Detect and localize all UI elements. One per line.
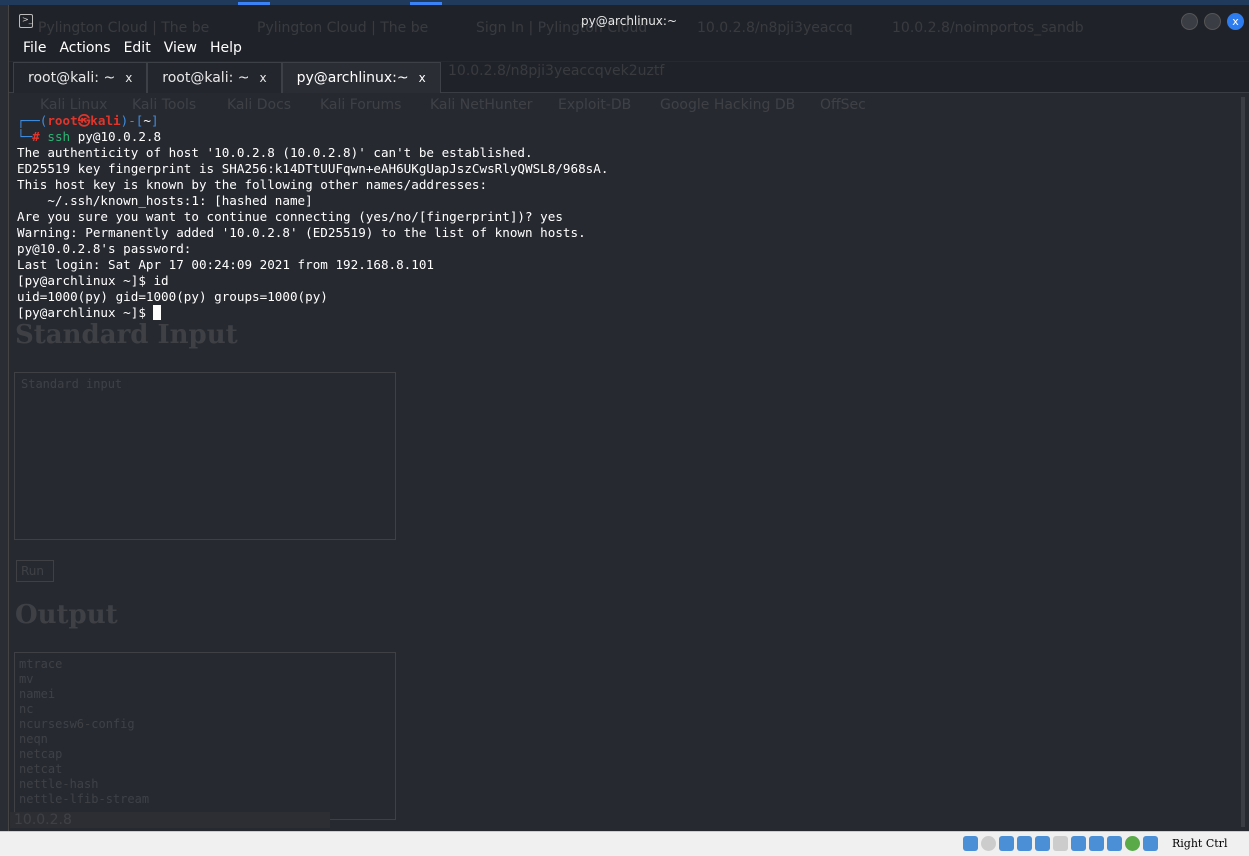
tab-close-icon[interactable]: x bbox=[419, 63, 426, 93]
optical-drive-icon[interactable] bbox=[981, 836, 996, 851]
tab-label: py@archlinux:~ bbox=[296, 70, 409, 86]
scrollbar[interactable] bbox=[1241, 97, 1245, 827]
output-line: ED25519 key fingerprint is SHA256:k14DTt… bbox=[17, 161, 609, 176]
minimize-button[interactable] bbox=[1181, 13, 1198, 30]
output-line: [py@archlinux ~]$ id bbox=[17, 273, 169, 288]
tab-py-archlinux[interactable]: py@archlinux:~ x bbox=[281, 62, 441, 93]
mouse-integration-icon[interactable] bbox=[1143, 836, 1158, 851]
vt-x-icon[interactable] bbox=[1107, 836, 1122, 851]
output-line: py@10.0.2.8's password: bbox=[17, 241, 199, 256]
tab-close-icon[interactable]: x bbox=[259, 63, 266, 93]
command-name: ssh bbox=[47, 129, 71, 144]
menu-actions[interactable]: Actions bbox=[59, 37, 110, 61]
output-line: ~/.ssh/known_hosts:1: [hashed name] bbox=[17, 193, 313, 208]
prompt-symbol: ㉿ bbox=[77, 113, 91, 128]
tab-root-kali-1[interactable]: root@kali: ~ x bbox=[13, 62, 148, 93]
tab-close-icon[interactable]: x bbox=[125, 63, 132, 93]
prompt-host: kali bbox=[90, 113, 121, 128]
current-prompt: [py@archlinux ~]$ bbox=[17, 305, 154, 320]
output-line: This host key is known by the following … bbox=[17, 177, 488, 192]
terminal-output[interactable]: ┌──(root㉿kali)-[~] └─# ssh py@10.0.2.8 T… bbox=[17, 113, 608, 321]
close-button[interactable]: x bbox=[1227, 13, 1244, 30]
shared-folders-icon[interactable] bbox=[1053, 836, 1068, 851]
output-line: Are you sure you want to continue connec… bbox=[17, 209, 563, 224]
output-line: uid=1000(py) gid=1000(py) groups=1000(py… bbox=[17, 289, 328, 304]
hard-disk-icon[interactable] bbox=[963, 836, 978, 851]
menu-bar: File Actions Edit View Help bbox=[9, 37, 1249, 61]
tab-label: root@kali: ~ bbox=[28, 70, 116, 86]
tab-label: root@kali: ~ bbox=[162, 70, 250, 86]
guest-additions-icon[interactable] bbox=[1125, 836, 1140, 851]
recording-icon[interactable] bbox=[1089, 836, 1104, 851]
maximize-button[interactable] bbox=[1204, 13, 1221, 30]
display-icon[interactable] bbox=[1071, 836, 1086, 851]
menu-edit[interactable]: Edit bbox=[124, 37, 151, 61]
prompt-user: root bbox=[47, 113, 78, 128]
tab-bar: root@kali: ~ x root@kali: ~ x py@archlinux… bbox=[9, 62, 1249, 93]
host-key-label: Right Ctrl bbox=[1172, 837, 1228, 850]
title-bar: >_ py@archlinux:~ x bbox=[9, 5, 1249, 37]
command-args: py@10.0.2.8 bbox=[70, 129, 162, 144]
usb-icon[interactable] bbox=[1035, 836, 1050, 851]
network-icon[interactable] bbox=[1017, 836, 1032, 851]
cursor bbox=[153, 305, 162, 320]
menu-view[interactable]: View bbox=[164, 37, 197, 61]
menu-help[interactable]: Help bbox=[210, 37, 242, 61]
output-line: The authenticity of host '10.0.2.8 (10.0… bbox=[17, 145, 533, 160]
output-line: Last login: Sat Apr 17 00:24:09 2021 fro… bbox=[17, 257, 435, 272]
window-title: py@archlinux:~ bbox=[580, 14, 678, 28]
tab-root-kali-2[interactable]: root@kali: ~ x bbox=[147, 62, 282, 93]
virtualbox-status-bar: Right Ctrl bbox=[0, 831, 1249, 856]
audio-icon[interactable] bbox=[999, 836, 1014, 851]
prompt-dir: ~ bbox=[143, 113, 151, 128]
output-line: Warning: Permanently added '10.0.2.8' (E… bbox=[17, 225, 586, 240]
menu-file[interactable]: File bbox=[23, 37, 46, 61]
